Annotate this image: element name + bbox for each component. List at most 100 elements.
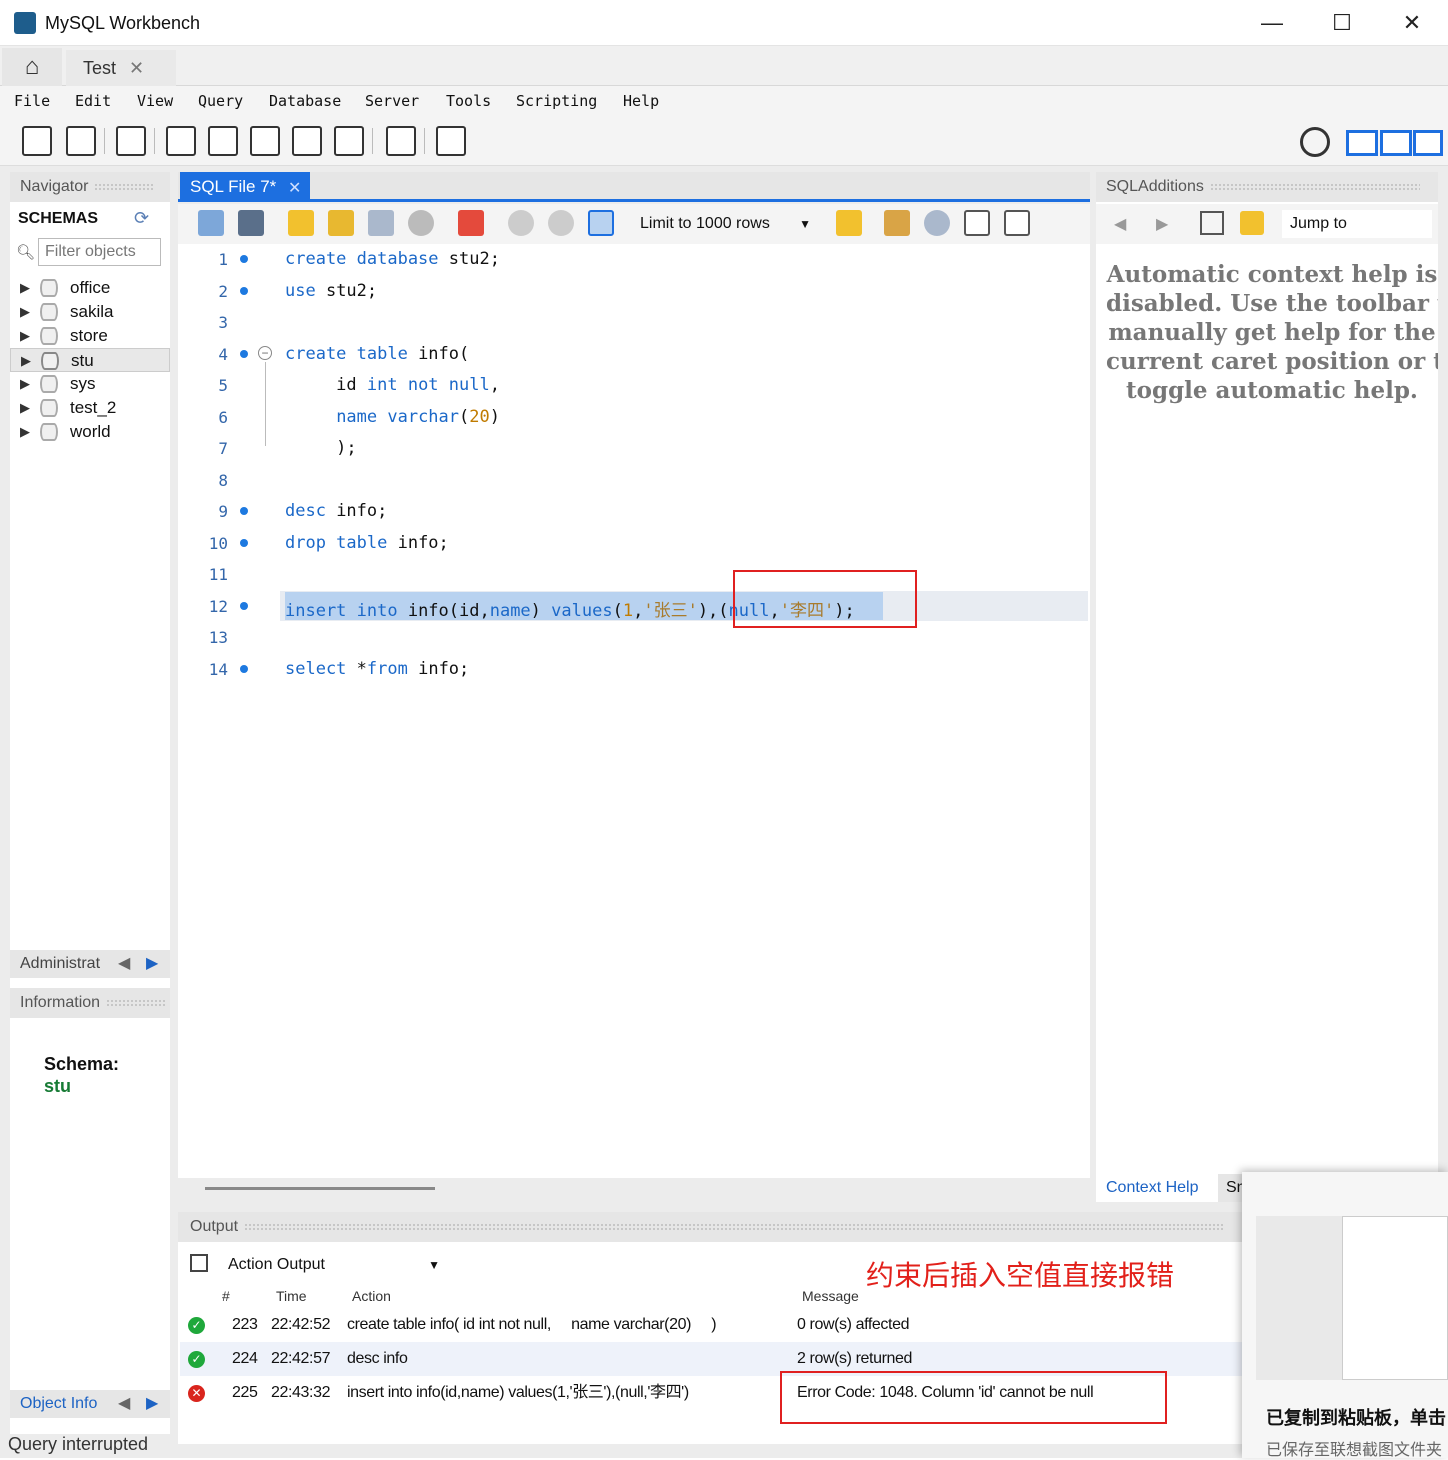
add-snippet-icon[interactable] [836, 210, 862, 236]
wrap-lines-icon[interactable] [1004, 210, 1030, 236]
statement-marker [240, 287, 248, 295]
expand-arrow-icon[interactable]: ▶ [20, 372, 30, 396]
create-schema-icon[interactable] [166, 126, 196, 156]
open-sql-script-icon[interactable] [66, 126, 96, 156]
object-info-tab[interactable]: Object Info ◀ ▶ [10, 1390, 170, 1418]
create-view-icon[interactable] [250, 126, 280, 156]
schema-item-sakila[interactable]: ▶ sakila [10, 300, 170, 324]
schema-item-test-2[interactable]: ▶ test_2 [10, 396, 170, 420]
mysql-workbench-icon [14, 12, 36, 34]
maximize-button[interactable]: ☐ [1322, 8, 1362, 38]
expand-arrow-icon[interactable]: ▶ [20, 420, 30, 444]
minimize-button[interactable]: — [1252, 8, 1292, 38]
chevron-down-icon: ▼ [428, 1258, 440, 1272]
stop-icon[interactable] [408, 210, 434, 236]
toolbar-separator [154, 128, 155, 154]
forward-arrow-icon[interactable]: ▶ [1156, 214, 1168, 234]
arrow-left-icon[interactable]: ◀ [118, 1390, 130, 1418]
connection-tab-label: Test [83, 58, 117, 78]
close-tab-icon[interactable]: ✕ [288, 178, 301, 198]
copy-icon[interactable] [190, 1254, 208, 1272]
toggle-secondary-sidebar-icon[interactable] [1413, 130, 1443, 156]
autocommit-icon[interactable] [588, 210, 614, 236]
auto-help-icon[interactable] [1240, 211, 1264, 235]
menu-view[interactable]: View [137, 92, 173, 110]
expand-arrow-icon[interactable]: ▶ [20, 396, 30, 420]
filter-objects-input[interactable]: Filter objects [38, 238, 161, 266]
back-arrow-icon[interactable]: ◀ [1114, 214, 1126, 234]
toggle-output-icon[interactable] [1380, 130, 1412, 156]
expand-arrow-icon[interactable]: ▶ [20, 300, 30, 324]
home-tab[interactable]: ⌂ [2, 48, 62, 86]
fold-toggle-icon[interactable]: − [258, 346, 272, 360]
schema-item-sys[interactable]: ▶ sys [10, 372, 170, 396]
refresh-icon[interactable]: ⟳ [134, 208, 149, 229]
menu-edit[interactable]: Edit [75, 92, 111, 110]
title-bar [0, 0, 1448, 46]
tab-context-help[interactable]: Context Help [1096, 1174, 1216, 1202]
settings-gear-icon[interactable] [1300, 127, 1330, 157]
commit-icon[interactable] [508, 210, 534, 236]
toggle-sidebar-icon[interactable] [1346, 130, 1378, 156]
arrow-right-icon[interactable]: ▶ [146, 950, 158, 978]
horizontal-scrollbar[interactable] [205, 1187, 435, 1190]
inspector-icon[interactable] [116, 126, 146, 156]
menu-database[interactable]: Database [269, 92, 341, 110]
output-title: Output [190, 1218, 239, 1235]
arrow-left-icon[interactable]: ◀ [118, 950, 130, 978]
database-icon [40, 399, 58, 417]
schema-item-store[interactable]: ▶ store [10, 324, 170, 348]
save-icon[interactable] [238, 210, 264, 236]
create-table-icon[interactable] [208, 126, 238, 156]
beautify-icon[interactable] [884, 210, 910, 236]
expand-arrow-icon[interactable]: ▶ [20, 276, 30, 300]
menu-scripting[interactable]: Scripting [516, 92, 597, 110]
new-sql-tab-icon[interactable] [22, 126, 52, 156]
manual-help-icon[interactable] [1200, 211, 1224, 235]
schemas-label: SCHEMAS [18, 210, 99, 227]
rollback-icon[interactable] [548, 210, 574, 236]
explain-icon[interactable] [368, 210, 394, 236]
schema-item-stu[interactable]: ▶ stu [10, 348, 170, 372]
limit-rows-select[interactable]: Limit to 1000 rows ▼ [632, 210, 817, 238]
find-icon[interactable] [924, 210, 950, 236]
arrow-right-icon[interactable]: ▶ [146, 1390, 158, 1418]
connection-tab[interactable]: Test ✕ [66, 50, 176, 86]
create-procedure-icon[interactable] [292, 126, 322, 156]
schema-item-office[interactable]: ▶ office [10, 276, 170, 300]
menu-query[interactable]: Query [198, 92, 243, 110]
information-header: Information [10, 988, 170, 1018]
table-row[interactable]: ✓ 223 22:42:52 create table info( id int… [180, 1308, 1242, 1342]
open-file-icon[interactable] [198, 210, 224, 236]
jump-to-select[interactable]: Jump to [1282, 210, 1432, 238]
execute-current-icon[interactable] [328, 210, 354, 236]
create-function-icon[interactable] [334, 126, 364, 156]
menu-tools[interactable]: Tools [446, 92, 491, 110]
notification-title: 已复制到粘贴板，单击 [1266, 1408, 1446, 1428]
menu-file[interactable]: File [14, 92, 50, 110]
search-table-data-icon[interactable] [386, 126, 416, 156]
column-header-message[interactable]: Message [802, 1288, 859, 1304]
column-header-action[interactable]: Action [352, 1288, 391, 1304]
menu-help[interactable]: Help [623, 92, 659, 110]
toolbar-separator [104, 128, 105, 154]
toggle-error-stop-icon[interactable] [458, 210, 484, 236]
close-tab-icon[interactable]: ✕ [129, 58, 144, 78]
execute-icon[interactable] [288, 210, 314, 236]
menu-server[interactable]: Server [365, 92, 419, 110]
schema-item-world[interactable]: ▶ world [10, 420, 170, 444]
line-number: 3 [218, 313, 228, 332]
invisible-chars-icon[interactable] [964, 210, 990, 236]
reconnect-icon[interactable] [436, 126, 466, 156]
administration-tab[interactable]: Administrat ◀ ▶ [10, 950, 170, 978]
close-button[interactable]: ✕ [1392, 8, 1432, 38]
output-type-select[interactable]: Action Output ▼ [222, 1252, 444, 1278]
code-line-10: drop table info; [285, 533, 449, 553]
annotation-highlight-box [733, 570, 917, 628]
expand-arrow-icon[interactable]: ▶ [20, 324, 30, 348]
sql-additions-title: SQLAdditions [1106, 178, 1204, 195]
column-header-number[interactable]: # [222, 1288, 230, 1304]
column-header-time[interactable]: Time [276, 1288, 307, 1304]
expand-arrow-icon[interactable]: ▶ [21, 349, 31, 373]
chevron-down-icon: ▼ [799, 217, 811, 231]
